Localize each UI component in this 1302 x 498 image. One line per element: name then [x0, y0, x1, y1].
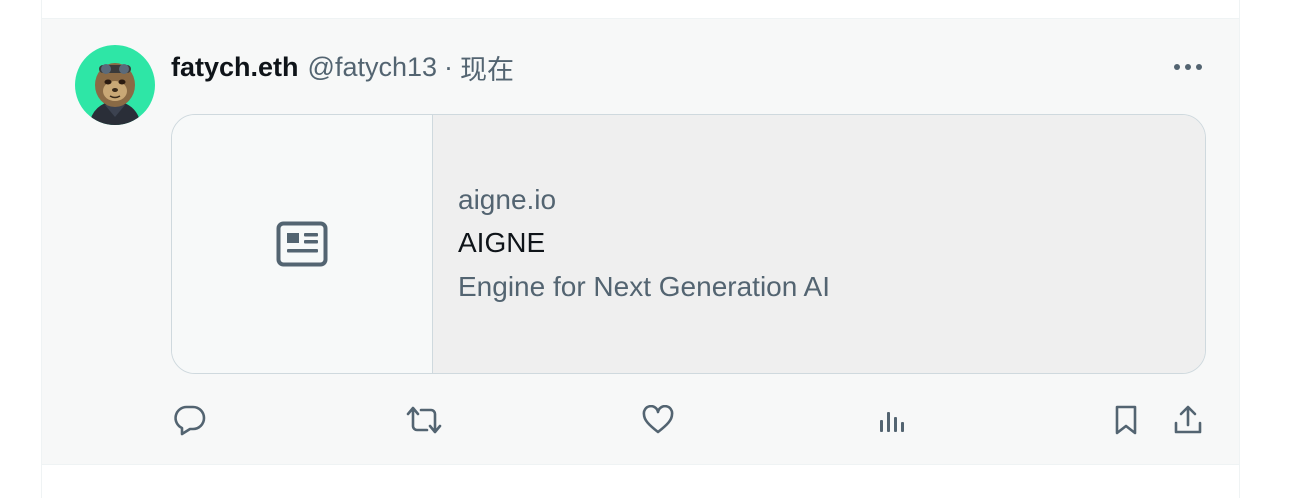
card-description: Engine for Next Generation AI: [458, 271, 830, 302]
card-title: AIGNE: [458, 227, 546, 258]
card-media: [172, 115, 433, 373]
tweet[interactable]: fatych.eth @fatych13 · 现在 aigne.io AIGNE…: [42, 19, 1239, 465]
share-icon: [1174, 405, 1202, 434]
retweet-icon: [406, 406, 442, 434]
retweet-button[interactable]: [402, 399, 446, 441]
reply-button[interactable]: [168, 399, 212, 441]
heart-icon: [642, 405, 674, 434]
views-button[interactable]: [870, 399, 914, 441]
timestamp[interactable]: 现在: [460, 48, 514, 87]
user-handle[interactable]: @fatych13: [308, 52, 437, 83]
link-card[interactable]: aigne.io AIGNE Engine for Next Generatio…: [171, 114, 1206, 374]
article-icon: [276, 221, 328, 267]
timeline-column: fatych.eth @fatych13 · 现在 aigne.io AIGNE…: [41, 0, 1240, 498]
action-bar: [42, 399, 1239, 441]
bookmark-button[interactable]: [1104, 399, 1148, 441]
separator-dot: ·: [444, 51, 454, 82]
reply-icon: [174, 405, 206, 436]
more-icon: [1174, 64, 1202, 70]
card-domain: aigne.io: [458, 184, 557, 215]
more-options-button[interactable]: [1168, 49, 1208, 85]
display-name[interactable]: fatych.eth: [171, 52, 299, 83]
share-button[interactable]: [1166, 399, 1210, 441]
card-body: aigne.io AIGNE Engine for Next Generatio…: [433, 115, 1205, 373]
avatar-image: [75, 45, 155, 125]
like-button[interactable]: [636, 399, 680, 441]
bookmark-icon: [1115, 405, 1137, 435]
tweet-header: fatych.eth @fatych13 · 现在: [171, 49, 514, 85]
previous-tweet[interactable]: [42, 0, 1239, 19]
avatar[interactable]: [75, 45, 155, 125]
analytics-icon: [880, 412, 904, 432]
next-tweet[interactable]: [42, 465, 1239, 498]
